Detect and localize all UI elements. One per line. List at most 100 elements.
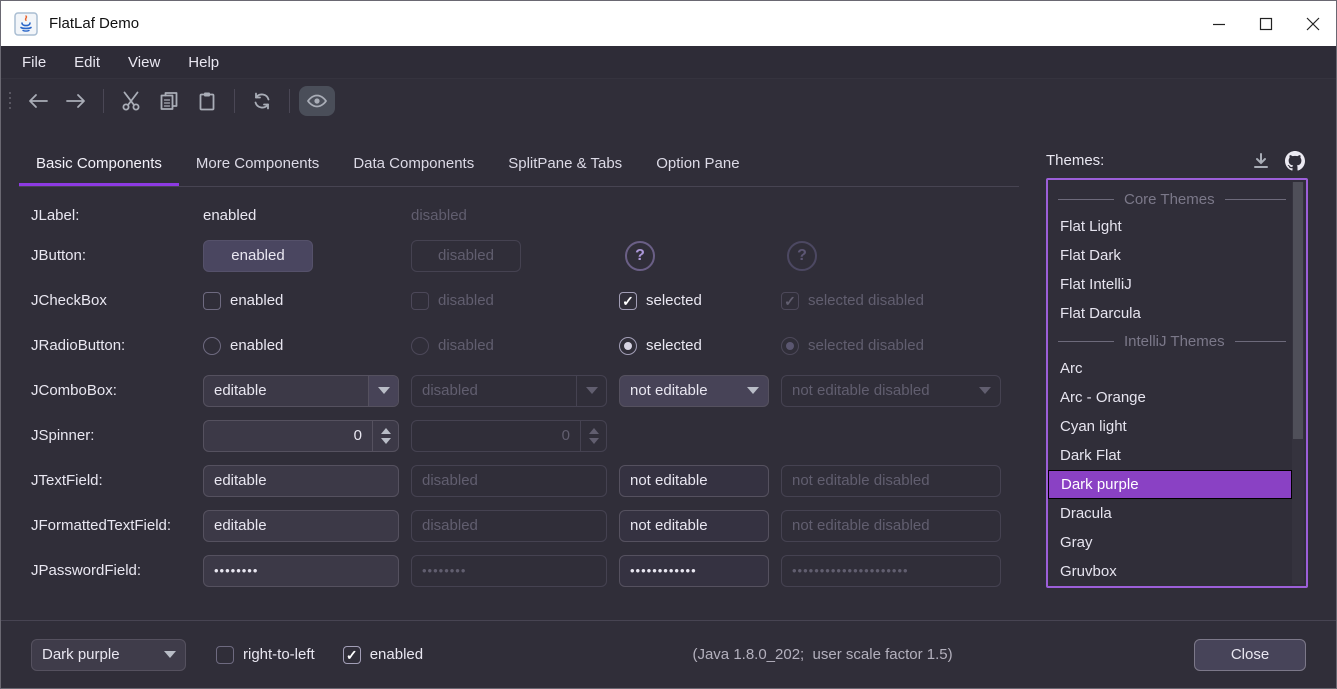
theme-item-arc-orange[interactable]: Arc - Orange xyxy=(1048,383,1292,412)
github-link-button[interactable] xyxy=(1282,148,1308,174)
radio-disabled: disabled xyxy=(411,337,494,355)
menu-file[interactable]: File xyxy=(11,54,58,71)
themes-list: Core Themes Flat Light Flat Dark Flat In… xyxy=(1046,178,1308,588)
forward-button[interactable] xyxy=(58,86,94,116)
radio-selected-disabled: selected disabled xyxy=(781,337,924,355)
component-rows: JLabel: enabled disabled JButton: enable… xyxy=(19,197,1019,593)
tab-option-pane[interactable]: Option Pane xyxy=(639,141,756,186)
maximize-button[interactable] xyxy=(1242,1,1289,46)
theme-item-gruvbox[interactable]: Gruvbox xyxy=(1048,557,1292,586)
radio-label: selected xyxy=(646,337,702,354)
tab-label: More Components xyxy=(196,155,319,172)
themes-title: Themes: xyxy=(1046,152,1240,169)
checkbox-label: right-to-left xyxy=(243,646,315,663)
jtextfield-row-label: JTextField: xyxy=(19,472,203,489)
formatted-textfield-editable[interactable]: editable xyxy=(203,510,399,542)
close-window-button[interactable] xyxy=(1289,1,1336,46)
jbutton-row-label: JButton: xyxy=(19,247,203,264)
jcheckbox-row: JCheckBox enabled disabled ✓selected ✓se… xyxy=(19,278,1019,323)
theme-item-dark-purple[interactable]: Dark purple xyxy=(1048,470,1292,499)
spinner-enabled[interactable]: 0 xyxy=(203,420,399,452)
theme-item-cyan-light[interactable]: Cyan light xyxy=(1048,412,1292,441)
right-to-left-checkbox[interactable]: right-to-left xyxy=(216,646,315,664)
theme-select-combobox[interactable]: Dark purple xyxy=(31,639,186,671)
enabled-button[interactable]: enabled xyxy=(203,240,313,272)
passwordfield-disabled: •••••••• xyxy=(411,555,607,587)
back-arrow-icon xyxy=(27,92,49,110)
toolbar-grip[interactable] xyxy=(9,92,11,109)
paste-button[interactable] xyxy=(189,86,225,116)
forward-arrow-icon xyxy=(65,92,87,110)
minimize-button[interactable] xyxy=(1195,1,1242,46)
radio-label: selected disabled xyxy=(808,337,924,354)
themes-scrollbar[interactable] xyxy=(1292,182,1304,584)
radio-selected[interactable]: selected xyxy=(619,337,702,355)
jlabel-enabled: enabled xyxy=(203,207,399,224)
passwordfield-not-editable-disabled: ••••••••••••••••••••• xyxy=(781,555,1001,587)
refresh-button[interactable] xyxy=(244,86,280,116)
theme-item-flat-darcula[interactable]: Flat Darcula xyxy=(1048,299,1292,328)
chevron-down-icon xyxy=(586,387,598,394)
textfield-disabled: disabled xyxy=(411,465,607,497)
combobox-arrow-button xyxy=(738,376,768,406)
themes-separator-intellij: IntelliJ Themes xyxy=(1048,328,1292,354)
checkbox-checked-icon: ✓ xyxy=(781,292,799,310)
toolbar-separator xyxy=(234,89,235,113)
combobox-not-editable[interactable]: not editable xyxy=(619,375,769,407)
github-icon xyxy=(1285,151,1305,171)
checkbox-checked-icon: ✓ xyxy=(343,646,361,664)
radio-label: disabled xyxy=(438,337,494,354)
combobox-arrow-button[interactable] xyxy=(368,376,398,406)
scrollbar-thumb[interactable] xyxy=(1293,182,1303,439)
formatted-textfield-not-editable-disabled: not editable disabled xyxy=(781,510,1001,542)
tab-more-components[interactable]: More Components xyxy=(179,141,336,186)
checkbox-selected-disabled: ✓selected disabled xyxy=(781,292,924,310)
close-icon xyxy=(1306,17,1320,31)
textfield-editable[interactable]: editable xyxy=(203,465,399,497)
menu-edit[interactable]: Edit xyxy=(63,54,112,71)
theme-item-flat-dark[interactable]: Flat Dark xyxy=(1048,241,1292,270)
checkbox-selected[interactable]: ✓selected xyxy=(619,292,702,310)
enabled-checkbox[interactable]: ✓ enabled xyxy=(343,646,423,664)
jspinner-row: JSpinner: 0 0 xyxy=(19,413,1019,458)
checkbox-enabled[interactable]: enabled xyxy=(203,292,283,310)
tab-basic-components[interactable]: Basic Components xyxy=(19,141,179,186)
menu-view[interactable]: View xyxy=(117,54,172,71)
formatted-textfield-not-editable: not editable xyxy=(619,510,769,542)
copy-icon xyxy=(159,91,179,111)
back-button[interactable] xyxy=(20,86,56,116)
theme-item-flat-light[interactable]: Flat Light xyxy=(1048,212,1292,241)
jpasswordfield-row-label: JPasswordField: xyxy=(19,562,203,579)
close-button[interactable]: Close xyxy=(1194,639,1306,671)
theme-item-dracula[interactable]: Dracula xyxy=(1048,499,1292,528)
paste-clipboard-icon xyxy=(197,91,217,111)
combobox-editable[interactable]: editable xyxy=(203,375,399,407)
tab-splitpane-tabs[interactable]: SplitPane & Tabs xyxy=(491,141,639,186)
jradiobutton-row: JRadioButton: enabled disabled selected … xyxy=(19,323,1019,368)
spinner-value[interactable]: 0 xyxy=(204,421,372,451)
themes-list-items: Core Themes Flat Light Flat Dark Flat In… xyxy=(1048,184,1292,586)
theme-item-dark-flat[interactable]: Dark Flat xyxy=(1048,441,1292,470)
theme-item-gray[interactable]: Gray xyxy=(1048,528,1292,557)
menu-help[interactable]: Help xyxy=(177,54,231,71)
radio-enabled[interactable]: enabled xyxy=(203,337,283,355)
download-theme-button[interactable] xyxy=(1248,148,1274,174)
combobox-value[interactable]: editable xyxy=(204,376,368,406)
content-area: Basic Components More Components Data Co… xyxy=(1,122,1336,620)
checkbox-icon xyxy=(411,292,429,310)
tab-label: Option Pane xyxy=(656,155,739,172)
passwordfield-editable[interactable]: •••••••• xyxy=(203,555,399,587)
eye-icon xyxy=(306,92,328,110)
themes-header: Themes: xyxy=(1046,143,1308,178)
help-button[interactable]: ? xyxy=(625,241,655,271)
theme-item-arc[interactable]: Arc xyxy=(1048,354,1292,383)
copy-button[interactable] xyxy=(151,86,187,116)
radio-icon xyxy=(203,337,221,355)
cut-button[interactable] xyxy=(113,86,149,116)
radio-icon xyxy=(411,337,429,355)
spinner-buttons[interactable] xyxy=(372,421,398,451)
theme-item-flat-intellij[interactable]: Flat IntelliJ xyxy=(1048,270,1292,299)
show-hide-toggle-button[interactable] xyxy=(299,86,335,116)
tab-data-components[interactable]: Data Components xyxy=(336,141,491,186)
download-icon xyxy=(1252,152,1270,170)
